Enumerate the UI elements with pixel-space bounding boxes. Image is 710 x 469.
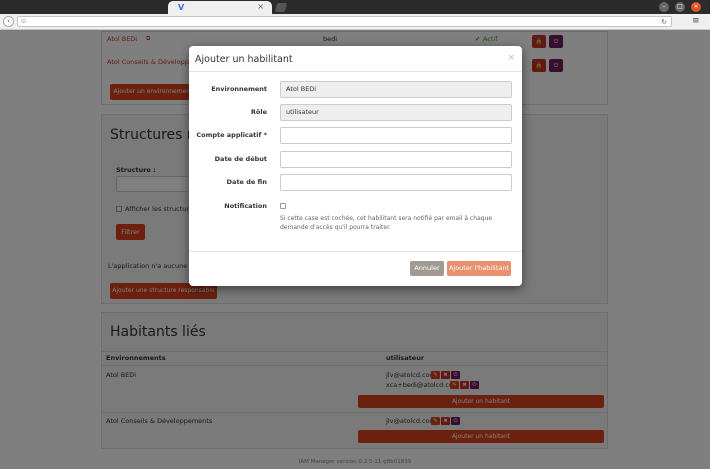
maximize-icon[interactable]: □ — [675, 2, 685, 12]
new-tab-button[interactable] — [274, 3, 288, 12]
browser-tab-bar: V × – □ × — [0, 0, 710, 14]
account-input[interactable] — [280, 127, 512, 144]
role-label: Rôle — [250, 108, 267, 116]
environment-field: Atol BEDi — [280, 81, 512, 98]
reload-icon[interactable]: ↻ — [661, 17, 667, 27]
add-habilitant-modal: Ajouter un habilitant × Environnement At… — [189, 46, 522, 286]
start-date-label: Date de début — [214, 155, 267, 163]
app-favicon-icon: V — [178, 3, 185, 12]
tab-close-icon[interactable]: × — [257, 2, 264, 11]
account-label: Compte applicatif * — [196, 131, 267, 139]
close-icon[interactable]: × — [507, 53, 515, 63]
back-arrow-icon[interactable]: ‹ — [3, 16, 14, 27]
address-bar[interactable]: ⊙ ↻ — [17, 16, 672, 27]
notification-help: Si cette case est cochée, cet habilitant… — [280, 215, 493, 231]
end-date-input[interactable] — [280, 174, 512, 191]
page-info-icon[interactable]: ⊙ — [21, 17, 26, 27]
role-field: utilisateur — [280, 104, 512, 121]
modal-title: Ajouter un habilitant — [195, 54, 293, 65]
browser-toolbar: ‹ ⊙ ↻ ≡ — [0, 14, 710, 30]
window-close-icon[interactable]: × — [691, 2, 701, 12]
notification-checkbox[interactable] — [280, 203, 286, 209]
minimize-icon[interactable]: – — [659, 2, 669, 12]
environment-label: Environnement — [211, 85, 267, 93]
notification-label: Notification — [224, 202, 267, 210]
cancel-button[interactable]: Annuler — [410, 261, 444, 276]
end-date-label: Date de fin — [226, 178, 267, 186]
submit-button[interactable]: Ajouter l'habilitant — [447, 261, 511, 276]
hamburger-menu-icon[interactable]: ≡ — [692, 16, 700, 27]
browser-tab[interactable]: V × — [168, 1, 272, 14]
start-date-input[interactable] — [280, 151, 512, 168]
